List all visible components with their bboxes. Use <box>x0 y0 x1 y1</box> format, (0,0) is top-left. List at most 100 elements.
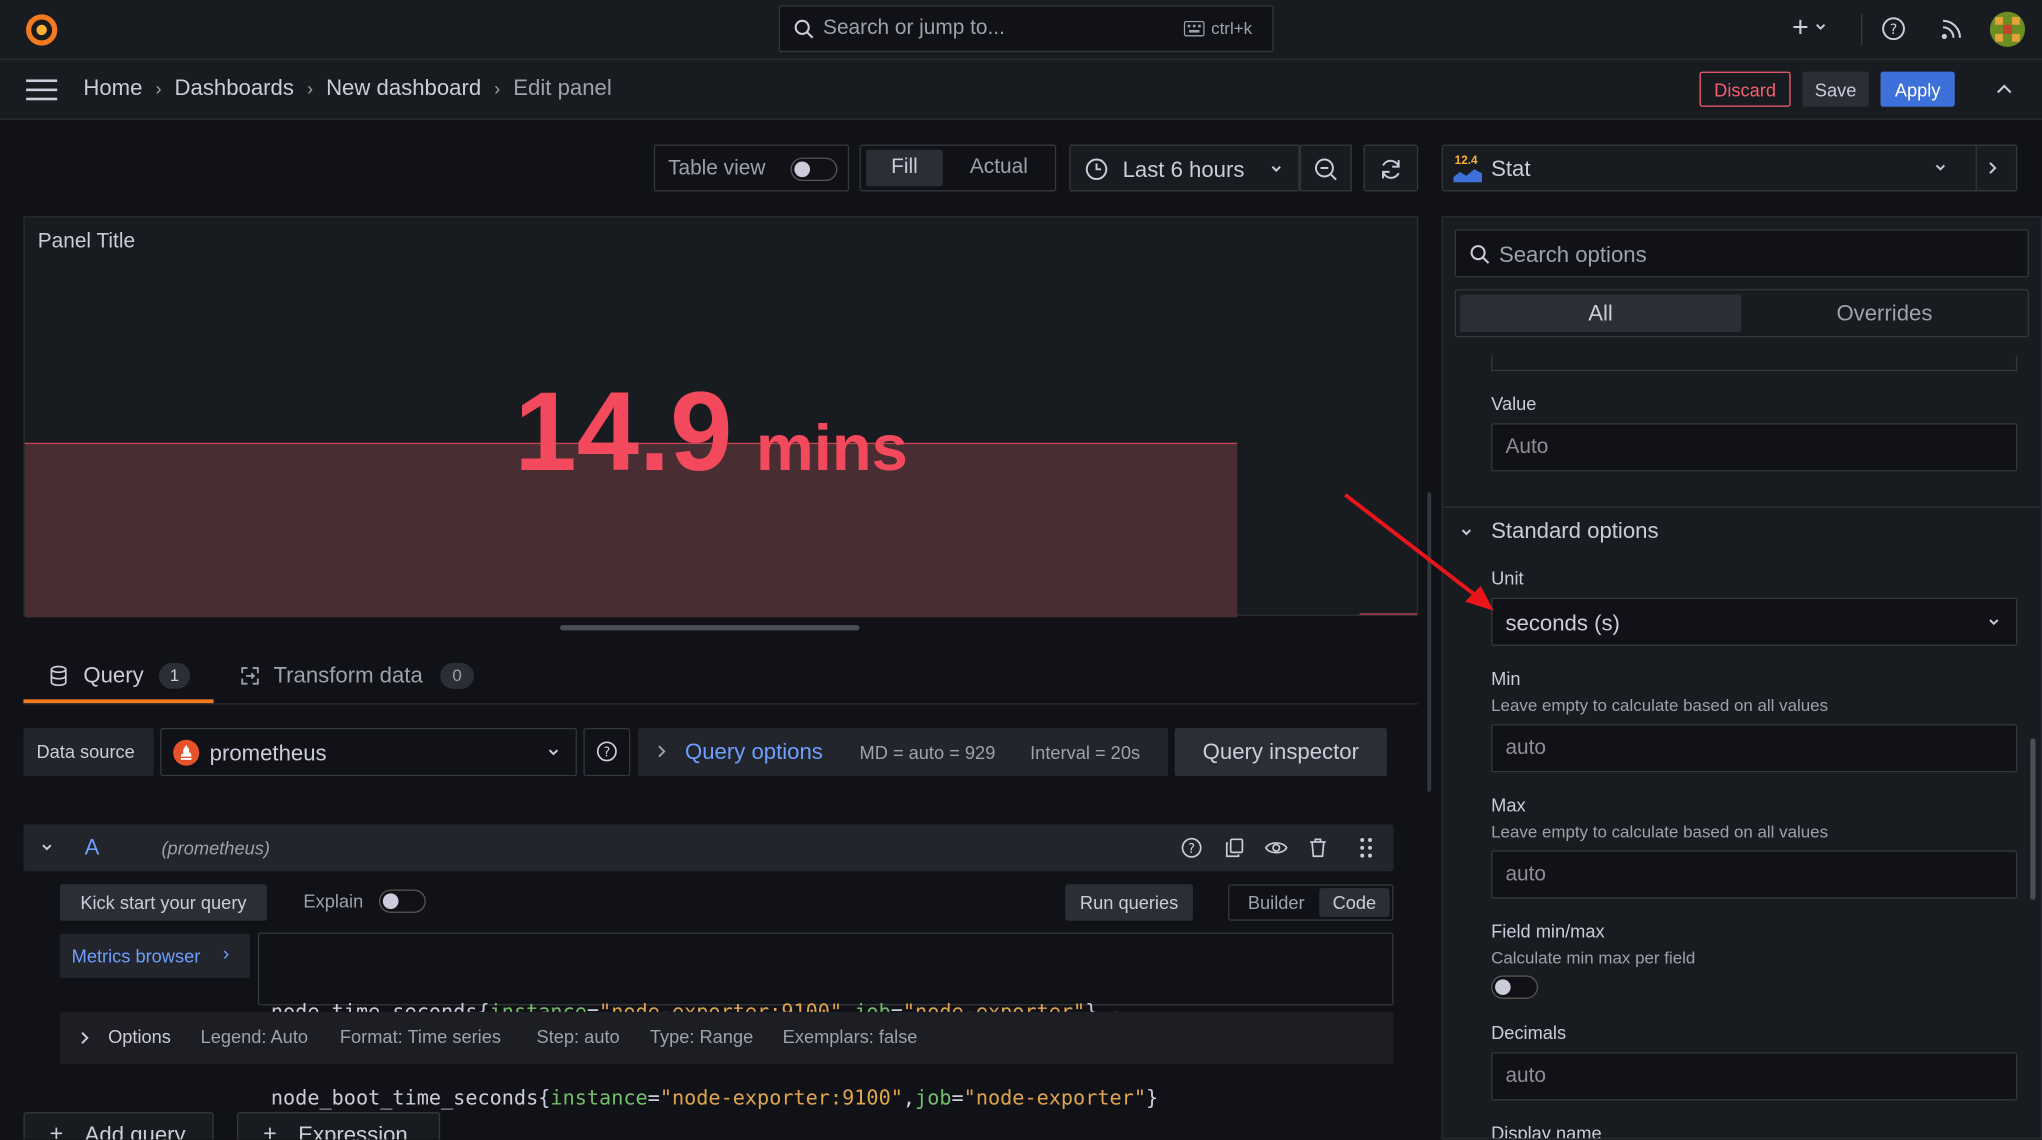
help-icon: ? <box>596 741 617 762</box>
query-options-collapse[interactable]: Options Legend: Auto Format: Time series… <box>59 1011 1394 1064</box>
fill-option[interactable]: Fill <box>866 149 943 187</box>
value-field-text: Auto <box>1505 436 1549 459</box>
grafana-logo-icon[interactable] <box>23 12 59 48</box>
run-queries-button[interactable]: Run queries <box>1065 884 1193 921</box>
save-button[interactable]: Save <box>1802 71 1869 107</box>
avatar[interactable] <box>1989 11 2026 47</box>
value-label: Value <box>1491 393 1537 415</box>
apply-button[interactable]: Apply <box>1880 71 1955 107</box>
add-query-button[interactable]: + Add query <box>23 1112 214 1140</box>
kick-start-button[interactable]: Kick start your query <box>59 884 267 921</box>
duplicate-icon[interactable] <box>1224 837 1245 858</box>
breadcrumb-bar: Home › Dashboards › New dashboard › Edit… <box>0 59 2042 120</box>
divider <box>1860 14 1863 46</box>
chevron-down-icon <box>1270 163 1283 176</box>
promql-code-editor[interactable]: node_time_seconds{instance="node-exporte… <box>257 932 1394 1110</box>
time-range-picker[interactable]: Last 6 hours <box>1069 144 1300 192</box>
divider <box>1975 145 1977 191</box>
table-view-toggle[interactable] <box>790 157 838 182</box>
new-menu-button[interactable]: + <box>1791 10 1827 43</box>
refresh-button[interactable] <box>1363 144 1419 192</box>
code-option[interactable]: Code <box>1319 888 1390 917</box>
min-label: Min <box>1491 668 1521 689</box>
search-icon <box>793 18 814 39</box>
stat-value: 14.9 mins <box>514 376 907 488</box>
breadcrumb-dashboards[interactable]: Dashboards <box>175 76 294 102</box>
options-format: Format: Time series <box>339 1026 501 1048</box>
search-options-placeholder: Search options <box>1498 242 1647 267</box>
tab-all[interactable]: All <box>1459 294 1742 333</box>
news-feed-icon[interactable] <box>1940 17 1963 40</box>
drag-handle-icon[interactable] <box>1360 837 1373 858</box>
explain-label: Explain <box>303 890 364 912</box>
chevron-up-icon[interactable] <box>1995 82 2013 95</box>
field-min-max-label: Field min/max <box>1491 920 1605 942</box>
refresh-icon <box>1379 158 1402 181</box>
decimals-label: Decimals <box>1491 1022 1567 1044</box>
chevron-down-icon[interactable] <box>40 841 53 854</box>
datasource-label-box: Data source <box>23 727 154 777</box>
search-options-input[interactable]: Search options <box>1454 229 2029 278</box>
query-ref-id[interactable]: A <box>85 835 100 861</box>
min-description: Leave empty to calculate based on all va… <box>1491 695 1829 715</box>
breadcrumb: Home › Dashboards › New dashboard › Edit… <box>83 76 611 102</box>
datasource-picker[interactable]: prometheus <box>160 727 577 777</box>
help-icon[interactable]: ? <box>1181 837 1202 858</box>
query-options-md: MD = auto = 929 <box>859 742 996 764</box>
plus-icon: + <box>1791 10 1809 43</box>
chevron-down-icon <box>547 746 560 759</box>
unit-select[interactable]: seconds (s) <box>1491 597 2018 646</box>
code-label-value: "node-exporter:9100" <box>659 1086 903 1110</box>
max-input[interactable]: auto <box>1491 850 2018 899</box>
query-options-label: Query options <box>685 739 823 765</box>
menu-icon[interactable] <box>26 78 58 101</box>
query-inspector-button[interactable]: Query inspector <box>1174 727 1387 777</box>
add-expression-button[interactable]: + Expression <box>237 1112 441 1140</box>
help-icon[interactable]: ? <box>1882 17 1905 41</box>
max-description: Leave empty to calculate based on all va… <box>1491 821 1829 842</box>
options-tabs: All Overrides <box>1454 289 2029 338</box>
options-scrollbar[interactable] <box>2030 738 2036 900</box>
query-row-header: A (prometheus) ? <box>23 824 1394 872</box>
code-label-key: instance <box>550 1086 648 1110</box>
chevron-right-icon[interactable] <box>1986 160 1999 176</box>
datasource-help-button[interactable]: ? <box>583 727 631 777</box>
explain-toggle[interactable] <box>378 889 426 913</box>
tab-overrides[interactable]: Overrides <box>1745 294 2024 332</box>
metrics-browser-label: Metrics browser <box>71 945 201 967</box>
min-input[interactable]: auto <box>1491 724 2018 773</box>
breadcrumb-home[interactable]: Home <box>83 76 142 102</box>
builder-option[interactable]: Builder <box>1233 888 1319 917</box>
field-min-max-toggle[interactable] <box>1491 975 1539 999</box>
metrics-browser-button[interactable]: Metrics browser › <box>59 933 251 979</box>
query-options-interval: Interval = 20s <box>1030 742 1141 764</box>
table-view-control[interactable]: Table view <box>653 144 850 192</box>
actual-option[interactable]: Actual <box>952 150 1046 186</box>
fill-actual-radio: Fill Actual <box>859 144 1057 192</box>
value-field[interactable]: Auto <box>1491 423 2018 472</box>
chevron-right-icon: › <box>222 942 230 966</box>
builder-code-toggle: Builder Code <box>1228 884 1394 921</box>
tab-query[interactable]: Query 1 <box>23 649 214 704</box>
decimals-input[interactable]: auto <box>1491 1052 2018 1101</box>
eye-icon[interactable] <box>1264 837 1288 858</box>
options-exemplars: Exemplars: false <box>782 1026 918 1048</box>
search-shortcut: ctrl+k <box>1211 18 1253 38</box>
discard-button[interactable]: Discard <box>1699 71 1791 107</box>
field-min-max-description: Calculate min max per field <box>1491 948 1696 968</box>
resize-handle[interactable] <box>559 625 860 631</box>
visualization-picker[interactable]: 12.4 Stat <box>1441 144 2018 192</box>
code-metric: node_boot_time_seconds <box>270 1086 539 1110</box>
keyboard-icon <box>1183 20 1205 37</box>
panel-preview[interactable]: Panel Title 14.9 mins <box>23 216 1419 618</box>
zoom-out-button[interactable] <box>1299 144 1352 192</box>
trash-icon[interactable] <box>1308 837 1329 858</box>
breadcrumb-new-dashboard[interactable]: New dashboard <box>326 76 481 102</box>
top-search-input[interactable]: Search or jump to... ctrl+k <box>778 5 1274 53</box>
query-datasource-name: (prometheus) <box>161 837 270 859</box>
standard-options-header[interactable]: Standard options <box>1491 518 1658 544</box>
datasource-name: prometheus <box>209 741 327 766</box>
query-options-row[interactable]: Query options MD = auto = 929 Interval =… <box>638 727 1169 777</box>
database-icon <box>49 665 67 687</box>
tab-transform-data[interactable]: Transform data 0 <box>224 649 484 704</box>
